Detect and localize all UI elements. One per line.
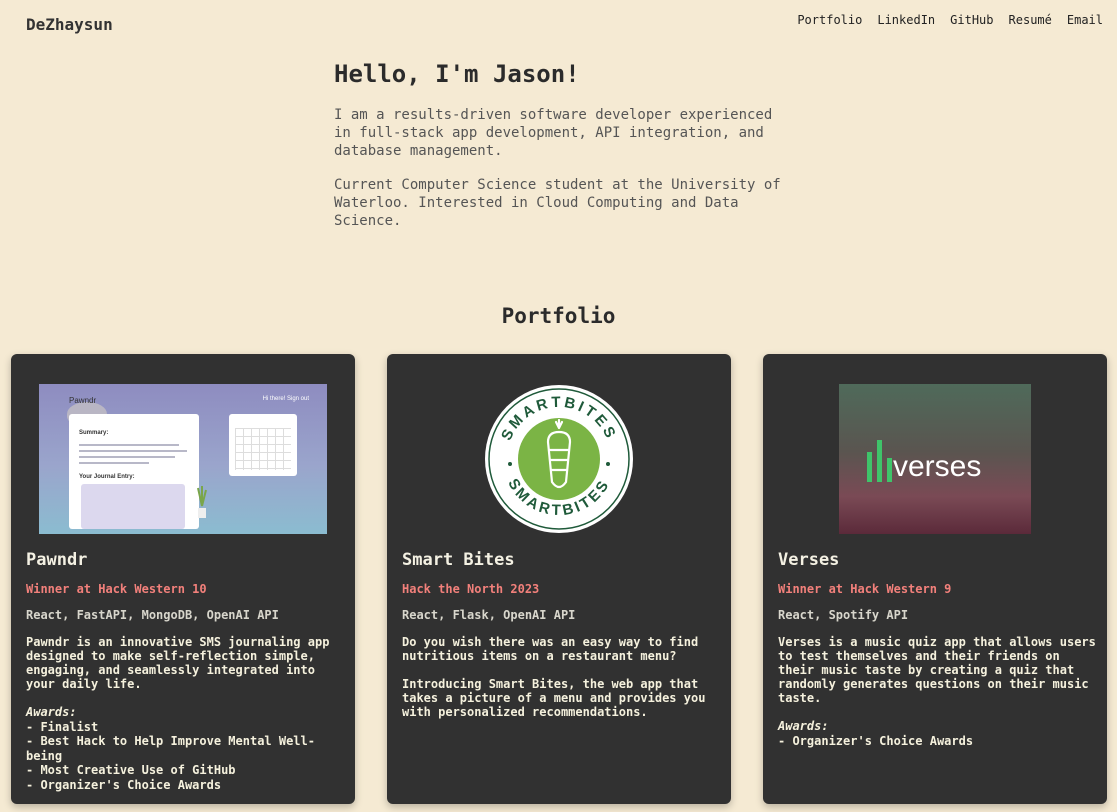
awards-label: Awards: bbox=[778, 719, 829, 733]
nav-resume[interactable]: Resumé bbox=[1009, 13, 1052, 27]
equalizer-bar bbox=[867, 452, 872, 482]
brand-logo[interactable]: DeZhaysun bbox=[26, 15, 113, 34]
project-card-pawndr[interactable]: Pawndr Hi there! Sign out Summary: Your … bbox=[11, 354, 355, 804]
hero-title: Hello, I'm Jason! bbox=[334, 60, 580, 88]
description-paragraph: Do you wish there was an easy way to fin… bbox=[402, 635, 699, 663]
description-paragraph: Verses is a music quiz app that allows u… bbox=[778, 635, 1096, 705]
nav-linkedin[interactable]: LinkedIn bbox=[877, 13, 935, 27]
top-nav: Portfolio LinkedIn GitHub Resumé Email bbox=[797, 13, 1103, 27]
project-description: Do you wish there was an easy way to fin… bbox=[402, 635, 722, 733]
thumb-signout-link: Hi there! Sign out bbox=[262, 396, 309, 402]
thumb-calendar bbox=[229, 414, 297, 476]
project-card-verses[interactable]: verses Verses Winner at Hack Western 9 R… bbox=[763, 354, 1107, 804]
awards-list: Awards: - Organizer's Choice Awards bbox=[778, 719, 1098, 748]
award-item: - Organizer's Choice Awards bbox=[778, 733, 974, 748]
project-title: Smart Bites bbox=[402, 550, 515, 570]
project-thumbnail-pawndr[interactable]: Pawndr Hi there! Sign out Summary: Your … bbox=[39, 384, 327, 534]
project-title: Pawndr bbox=[26, 550, 88, 570]
thumb-entry-label: Your Journal Entry: bbox=[79, 474, 135, 480]
hero-education: Current Computer Science student at the … bbox=[334, 177, 781, 229]
verses-logo-text: verses bbox=[893, 450, 982, 483]
project-title: Verses bbox=[778, 550, 840, 570]
thumb-summary-label: Summary: bbox=[79, 430, 109, 436]
nav-email[interactable]: Email bbox=[1067, 13, 1103, 27]
description-paragraph: Pawndr is an innovative SMS journaling a… bbox=[26, 635, 330, 691]
project-tech-stack: React, Spotify API bbox=[778, 608, 909, 622]
project-tech-stack: React, FastAPI, MongoDB, OpenAI API bbox=[26, 608, 279, 622]
portfolio-title: Portfolio bbox=[501, 304, 616, 328]
project-thumbnail-smart-bites[interactable]: SMARTBITES SMARTBITES bbox=[415, 384, 703, 534]
project-thumbnail-verses[interactable]: verses bbox=[791, 384, 1079, 534]
award-item: - Best Hack to Help Improve Mental Well-… bbox=[26, 734, 315, 763]
thumb-entry-box bbox=[81, 484, 185, 529]
award-item: - Organizer's Choice Awards bbox=[26, 777, 222, 792]
description-paragraph: Introducing Smart Bites, the web app tha… bbox=[402, 677, 706, 719]
smartbites-logo-icon: SMARTBITES SMARTBITES bbox=[485, 385, 633, 533]
award-item: - Most Creative Use of GitHub bbox=[26, 763, 236, 777]
equalizer-bar bbox=[877, 440, 882, 482]
hero-intro: I am a results-driven software developer… bbox=[334, 107, 773, 159]
project-description: Pawndr is an innovative SMS journaling a… bbox=[26, 635, 346, 792]
project-award: Winner at Hack Western 10 bbox=[26, 582, 207, 596]
nav-github[interactable]: GitHub bbox=[950, 13, 993, 27]
equalizer-bar bbox=[887, 458, 892, 482]
awards-label: Awards: bbox=[26, 705, 77, 719]
project-award: Winner at Hack Western 9 bbox=[778, 582, 952, 596]
award-item: - Finalist bbox=[26, 719, 99, 734]
project-card-smart-bites[interactable]: SMARTBITES SMARTBITES Smart Bites Hack t… bbox=[387, 354, 731, 804]
hero-section: Hello, I'm Jason! I am a results-driven … bbox=[334, 60, 794, 246]
plant-icon bbox=[197, 486, 207, 518]
project-tech-stack: React, Flask, OpenAI API bbox=[402, 608, 576, 622]
thumb-app-title: Pawndr bbox=[69, 396, 97, 405]
project-description: Verses is a music quiz app that allows u… bbox=[778, 635, 1098, 748]
awards-list: Awards: - Finalist - Best Hack to Help I… bbox=[26, 705, 346, 792]
nav-portfolio[interactable]: Portfolio bbox=[797, 13, 862, 27]
project-award: Hack the North 2023 bbox=[402, 582, 540, 596]
